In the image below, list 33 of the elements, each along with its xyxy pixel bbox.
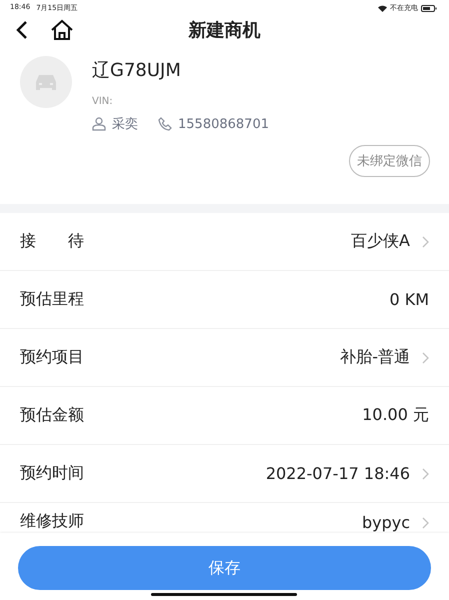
select-row[interactable]: 接 待 百少侠A [0, 213, 449, 271]
field-value: 10.00 元 [362, 405, 429, 426]
field-label: 预估里程 [20, 289, 84, 310]
field-label: 预估金额 [20, 405, 84, 426]
field-value: 补胎-普通 [340, 347, 410, 368]
field-value: 2022-07-17 18:46 [266, 464, 410, 483]
field-value: 百少侠A [351, 231, 410, 252]
select-row[interactable]: 预约时间 2022-07-17 18:46 [0, 445, 449, 503]
car-avatar-icon [20, 56, 72, 108]
battery-icon [421, 4, 437, 12]
chevron-right-icon [422, 236, 429, 248]
field-value: bypyc [362, 513, 410, 532]
license-plate: 辽G78UJM [92, 59, 182, 82]
owner-name: 采奕 [112, 116, 138, 133]
page-title: 新建商机 [188, 20, 260, 41]
field-value: 0 KM [389, 290, 429, 309]
field-label: 接 待 [20, 231, 84, 252]
chevron-right-icon [422, 352, 429, 364]
field-label: 维修技师 [20, 511, 84, 532]
home-button[interactable] [50, 19, 74, 41]
wechat-status-badge[interactable]: 未绑定微信 [349, 145, 430, 177]
chevron-right-icon [422, 468, 429, 480]
wifi-icon [378, 4, 387, 12]
select-row[interactable]: 维修技师 bypyc [0, 503, 449, 532]
phone-icon [158, 117, 172, 131]
back-button[interactable] [16, 21, 28, 39]
person-icon [92, 117, 106, 131]
chevron-right-icon [422, 516, 429, 528]
select-row[interactable]: 预约项目 补胎-普通 [0, 329, 449, 387]
field-label: 预约时间 [20, 463, 84, 484]
field-label: 预约项目 [20, 347, 84, 368]
vin-label: VIN: [92, 96, 114, 107]
phone-number: 15580868701 [178, 116, 269, 132]
